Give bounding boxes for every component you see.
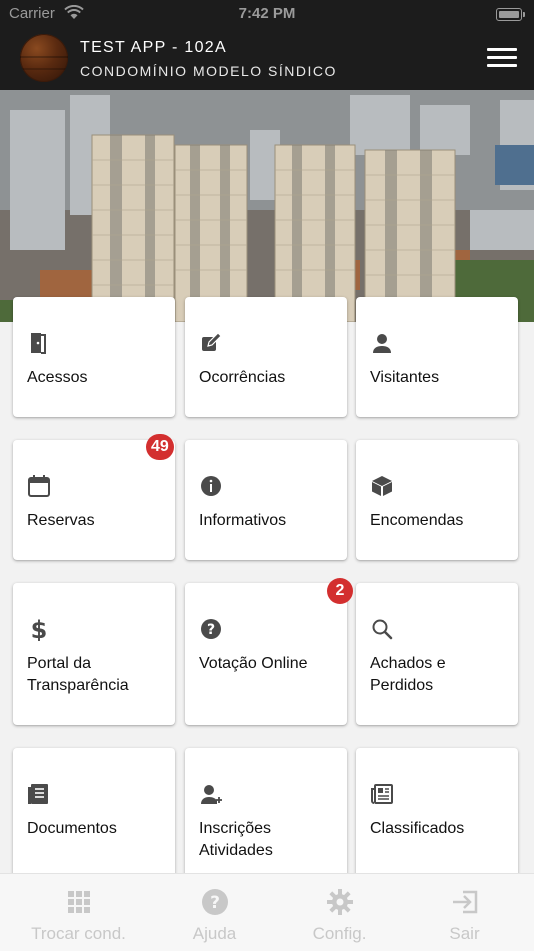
question-icon: ?	[201, 619, 221, 639]
menu-card-acessos[interactable]: Acessos	[13, 297, 175, 417]
menu-label: Informativos	[199, 512, 287, 529]
menu-label: Reservas	[27, 512, 95, 529]
menu-card-documentos[interactable]: Documentos	[13, 748, 175, 890]
menu-card-votacao-online[interactable]: ? Votação Online	[185, 583, 347, 725]
search-icon	[372, 619, 393, 640]
gear-icon	[326, 889, 353, 915]
edit-icon	[202, 332, 222, 351]
menu-label: Inscrições Atividades	[199, 820, 273, 859]
menu-card-visitantes[interactable]: Visitantes	[356, 297, 518, 417]
votacao-count-badge: 2	[327, 578, 353, 604]
calendar-icon	[28, 475, 50, 497]
svg-text:?: ?	[207, 622, 215, 638]
tab-label: Sair	[449, 924, 480, 943]
newspaper-icon	[371, 784, 393, 804]
menu-label: Visitantes	[370, 369, 440, 386]
reservas-count-badge: 49	[146, 434, 174, 460]
menu-label: Votação Online	[199, 655, 308, 672]
svg-text:$: $	[31, 617, 48, 641]
menu-card-achados-perdidos[interactable]: Achados e Perdidos	[356, 583, 518, 725]
document-icon	[28, 784, 48, 804]
tab-label: Trocar cond.	[31, 924, 126, 943]
package-icon	[372, 476, 392, 496]
tab-label: Config.	[312, 924, 367, 943]
menu-card-encomendas[interactable]: Encomendas	[356, 440, 518, 560]
menu-label: Portal da Transparência	[27, 655, 129, 694]
menu-card-portal-transparencia[interactable]: $ Portal da Transparência	[13, 583, 175, 725]
menu-label: Classificados	[370, 820, 465, 837]
logout-icon	[452, 890, 477, 914]
menu-label: Achados e Perdidos	[370, 655, 446, 694]
menu-label: Encomendas	[370, 512, 464, 529]
door-icon	[31, 333, 46, 354]
info-icon	[201, 476, 221, 496]
dollar-icon: $	[31, 617, 48, 641]
menu-label: Ocorrências	[199, 369, 286, 386]
tab-sair[interactable]: Sair	[398, 874, 531, 951]
svg-text:?: ?	[210, 893, 220, 913]
person-add-icon	[201, 785, 222, 804]
bottom-tab-bar: Trocar cond. ? Ajuda Config. Sair	[0, 873, 534, 951]
tab-ajuda[interactable]: ? Ajuda	[148, 874, 281, 951]
tab-label: Ajuda	[192, 924, 237, 943]
grid-icon	[67, 891, 90, 913]
menu-card-ocorrencias[interactable]: Ocorrências	[185, 297, 347, 417]
help-icon: ?	[201, 889, 228, 915]
menu-card-classificados[interactable]: Classificados	[356, 748, 518, 890]
person-icon	[373, 334, 391, 353]
menu-card-inscricoes-atividades[interactable]: Inscrições Atividades	[185, 748, 347, 890]
tab-trocar-cond[interactable]: Trocar cond.	[12, 874, 145, 951]
menu-card-reservas[interactable]: Reservas	[13, 440, 175, 560]
menu-card-informativos[interactable]: Informativos	[185, 440, 347, 560]
menu-grid: Acessos Ocorrências Visitantes Reservas …	[0, 0, 534, 950]
menu-label: Acessos	[27, 369, 88, 386]
tab-config[interactable]: Config.	[273, 874, 406, 951]
menu-label: Documentos	[27, 820, 117, 837]
